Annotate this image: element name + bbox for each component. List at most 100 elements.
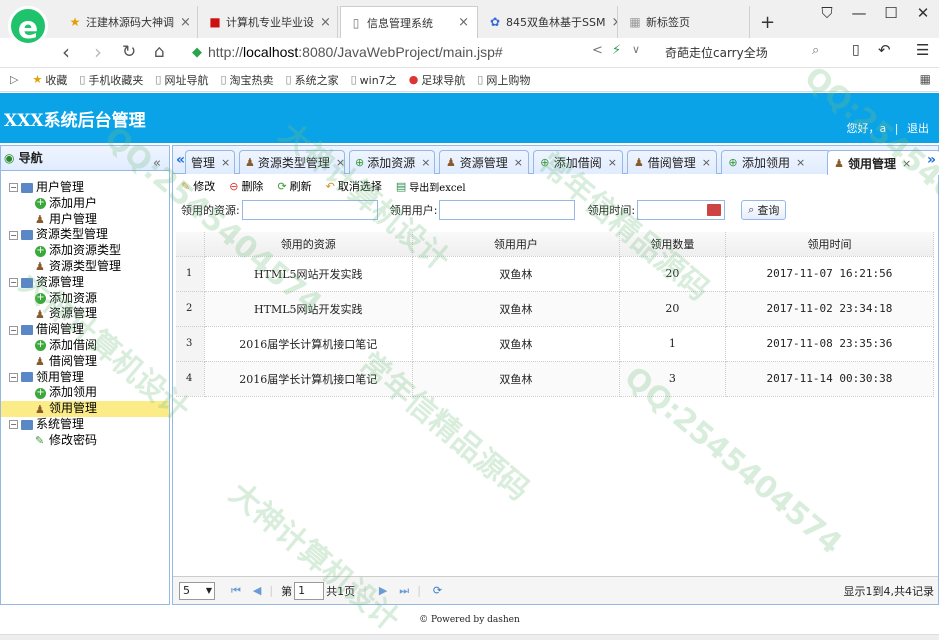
close-tab-icon[interactable]: ×	[702, 156, 711, 169]
column-header[interactable]: 领用数量	[619, 232, 726, 257]
panel-tab[interactable]: ♟ 资源类型管理 ×	[239, 150, 345, 174]
bookmark-item[interactable]: ★ 收藏	[32, 72, 67, 88]
browser-tab[interactable]: ▦ 新标签页	[620, 6, 750, 38]
lightning-icon[interactable]: ⚡	[612, 43, 621, 58]
new-tab-button[interactable]: +	[752, 6, 782, 38]
edit-button[interactable]: ✎ 修改	[181, 178, 215, 194]
panel-tab[interactable]: ♟ 领用管理 ×	[827, 150, 939, 175]
nav-group-1[interactable]: − 用户管理	[1, 180, 169, 196]
close-window-icon[interactable]: ✕	[907, 4, 939, 22]
bookmark-item[interactable]: ▯ 网上购物	[477, 72, 530, 88]
share-icon[interactable]: <	[592, 43, 603, 58]
collapse-toggle-icon[interactable]: −	[9, 325, 18, 335]
browser-tab[interactable]: ★ 汪建林源码大神调 ×	[60, 6, 198, 38]
last-page-icon[interactable]: ⏭	[399, 584, 409, 598]
nav-item[interactable]: + 添加用户	[1, 196, 169, 212]
logout-link[interactable]: 退出	[907, 122, 929, 135]
column-header[interactable]: 领用用户	[412, 232, 620, 257]
menu-icon[interactable]: ☰	[916, 41, 929, 59]
nav-item[interactable]: + 添加领用	[1, 385, 169, 401]
phone-icon[interactable]: ▯	[852, 42, 860, 58]
sidebar-toggle-icon[interactable]: ▷	[10, 73, 18, 86]
nav-item[interactable]: + 添加资源类型	[1, 243, 169, 259]
close-tab-icon[interactable]: ×	[514, 156, 523, 169]
close-tab-icon[interactable]: ×	[221, 156, 230, 169]
next-page-icon[interactable]: ▶	[379, 584, 387, 597]
refresh-button[interactable]: ⟳ 刷新	[277, 178, 311, 194]
home-icon[interactable]: ⌂	[154, 42, 165, 62]
nav-group-2[interactable]: − 资源类型管理	[1, 227, 169, 243]
column-header[interactable]: 领用时间	[725, 232, 935, 257]
nav-item[interactable]: ♟ 用户管理	[1, 212, 169, 228]
apps-grid-icon[interactable]: ▦	[920, 72, 931, 86]
nav-item[interactable]: ♟ 资源管理	[1, 306, 169, 322]
collapse-toggle-icon[interactable]: −	[9, 230, 18, 240]
bookmark-item[interactable]: ● 足球导航	[409, 72, 466, 88]
browser-tab[interactable]: ▯ 信息管理系统 ×	[340, 6, 478, 38]
close-tab-icon[interactable]: ×	[452, 15, 469, 30]
close-tab-icon[interactable]: ×	[902, 157, 911, 170]
resource-filter-input[interactable]	[241, 200, 378, 220]
panel-tab[interactable]: ⊕ 添加领用 ×	[721, 150, 831, 174]
maximize-icon[interactable]: ☐	[875, 4, 907, 22]
close-tab-icon[interactable]: ×	[336, 156, 344, 169]
nav-group-5[interactable]: − 领用管理	[1, 370, 169, 386]
collapse-toggle-icon[interactable]: −	[9, 372, 18, 382]
nav-item[interactable]: ♟ 资源类型管理	[1, 259, 169, 275]
panel-tab[interactable]: 管理 ×	[185, 150, 235, 174]
pager-refresh-icon[interactable]: ⟳	[433, 584, 442, 597]
panel-tab[interactable]: ⊕ 添加借阅 ×	[533, 150, 623, 174]
panel-tab[interactable]: ♟ 资源管理 ×	[439, 150, 529, 174]
table-row[interactable]: 3 2016届学长计算机接口笔记 双鱼林 1 2017-11-08 23:35:36	[176, 326, 935, 362]
table-row[interactable]: 4 2016届学长计算机接口笔记 双鱼林 3 2017-11-14 00:30:38	[176, 361, 935, 397]
nav-group-3[interactable]: − 资源管理	[1, 275, 169, 291]
panel-tab[interactable]: ⊕ 添加资源 ×	[349, 150, 435, 174]
nav-item[interactable]: ♟ 领用管理	[1, 401, 169, 417]
bookmark-item[interactable]: ▯ 系统之家	[286, 72, 339, 88]
search-icon[interactable]: ⌕	[812, 43, 819, 58]
close-tab-icon[interactable]: ×	[174, 15, 191, 30]
browser-tab[interactable]: ■ 计算机专业毕业设 ×	[200, 6, 338, 38]
nav-group-4[interactable]: − 借阅管理	[1, 322, 169, 338]
close-tab-icon[interactable]: ×	[796, 156, 805, 169]
minimize-icon[interactable]: —	[843, 4, 875, 22]
bookmark-item[interactable]: ▯ win7之	[351, 72, 397, 88]
nav-item[interactable]: ✎ 修改密码	[1, 433, 169, 449]
bookmark-item[interactable]: ▯ 网址导航	[155, 72, 208, 88]
table-row[interactable]: 2 HTML5网站开发实践 双鱼林 20 2017-11-02 23:34:18	[176, 291, 935, 327]
nav-item[interactable]: ♟ 借阅管理	[1, 354, 169, 370]
nav-group-6[interactable]: − 系统管理	[1, 417, 169, 433]
calendar-icon[interactable]	[707, 204, 722, 216]
close-tab-icon[interactable]: ×	[421, 156, 430, 169]
table-row[interactable]: 1 HTML5网站开发实践 双鱼林 20 2017-11-07 16:21:56	[176, 256, 935, 292]
collapse-toggle-icon[interactable]: −	[9, 278, 18, 288]
close-tab-icon[interactable]: ×	[314, 15, 331, 30]
browser-tab[interactable]: ✿ 845双鱼林基于SSM×	[480, 6, 618, 38]
shirt-icon[interactable]: ⛉	[811, 4, 843, 22]
tabs-scroll-left-icon[interactable]: «	[176, 152, 185, 168]
close-tab-icon[interactable]: ×	[605, 15, 617, 30]
bookmark-item[interactable]: ▯ 淘宝热卖	[220, 72, 273, 88]
back-icon[interactable]: ‹	[62, 40, 70, 64]
column-header[interactable]: 领用的资源	[204, 232, 413, 257]
page-number-input[interactable]: 1	[294, 581, 325, 600]
delete-button[interactable]: ⊖ 删除	[229, 178, 263, 194]
search-hint[interactable]: 奇葩走位carry全场	[665, 44, 768, 61]
query-button[interactable]: ⌕ 查询	[741, 200, 787, 220]
undo-icon[interactable]: ↶	[878, 41, 891, 59]
page-size-select[interactable]: 5 ▼	[179, 581, 215, 600]
collapse-nav-icon[interactable]: «	[153, 151, 161, 176]
collapse-toggle-icon[interactable]: −	[9, 183, 18, 193]
collapse-toggle-icon[interactable]: −	[9, 420, 18, 430]
user-filter-input[interactable]	[439, 200, 576, 220]
close-tab-icon[interactable]: ×	[608, 156, 617, 169]
first-page-icon[interactable]: ⏮	[231, 584, 241, 598]
panel-tab[interactable]: ♟ 借阅管理 ×	[627, 150, 717, 174]
nav-item[interactable]: + 添加资源	[1, 291, 169, 307]
chevron-down-icon[interactable]: ∨	[632, 43, 640, 56]
deselect-button[interactable]: ↶ 取消选择	[326, 178, 382, 194]
tabs-scroll-right-icon[interactable]: »	[927, 152, 936, 168]
nav-item[interactable]: + 添加借阅	[1, 338, 169, 354]
prev-page-icon[interactable]: ◀	[253, 584, 261, 597]
forward-icon[interactable]: ›	[94, 40, 102, 64]
